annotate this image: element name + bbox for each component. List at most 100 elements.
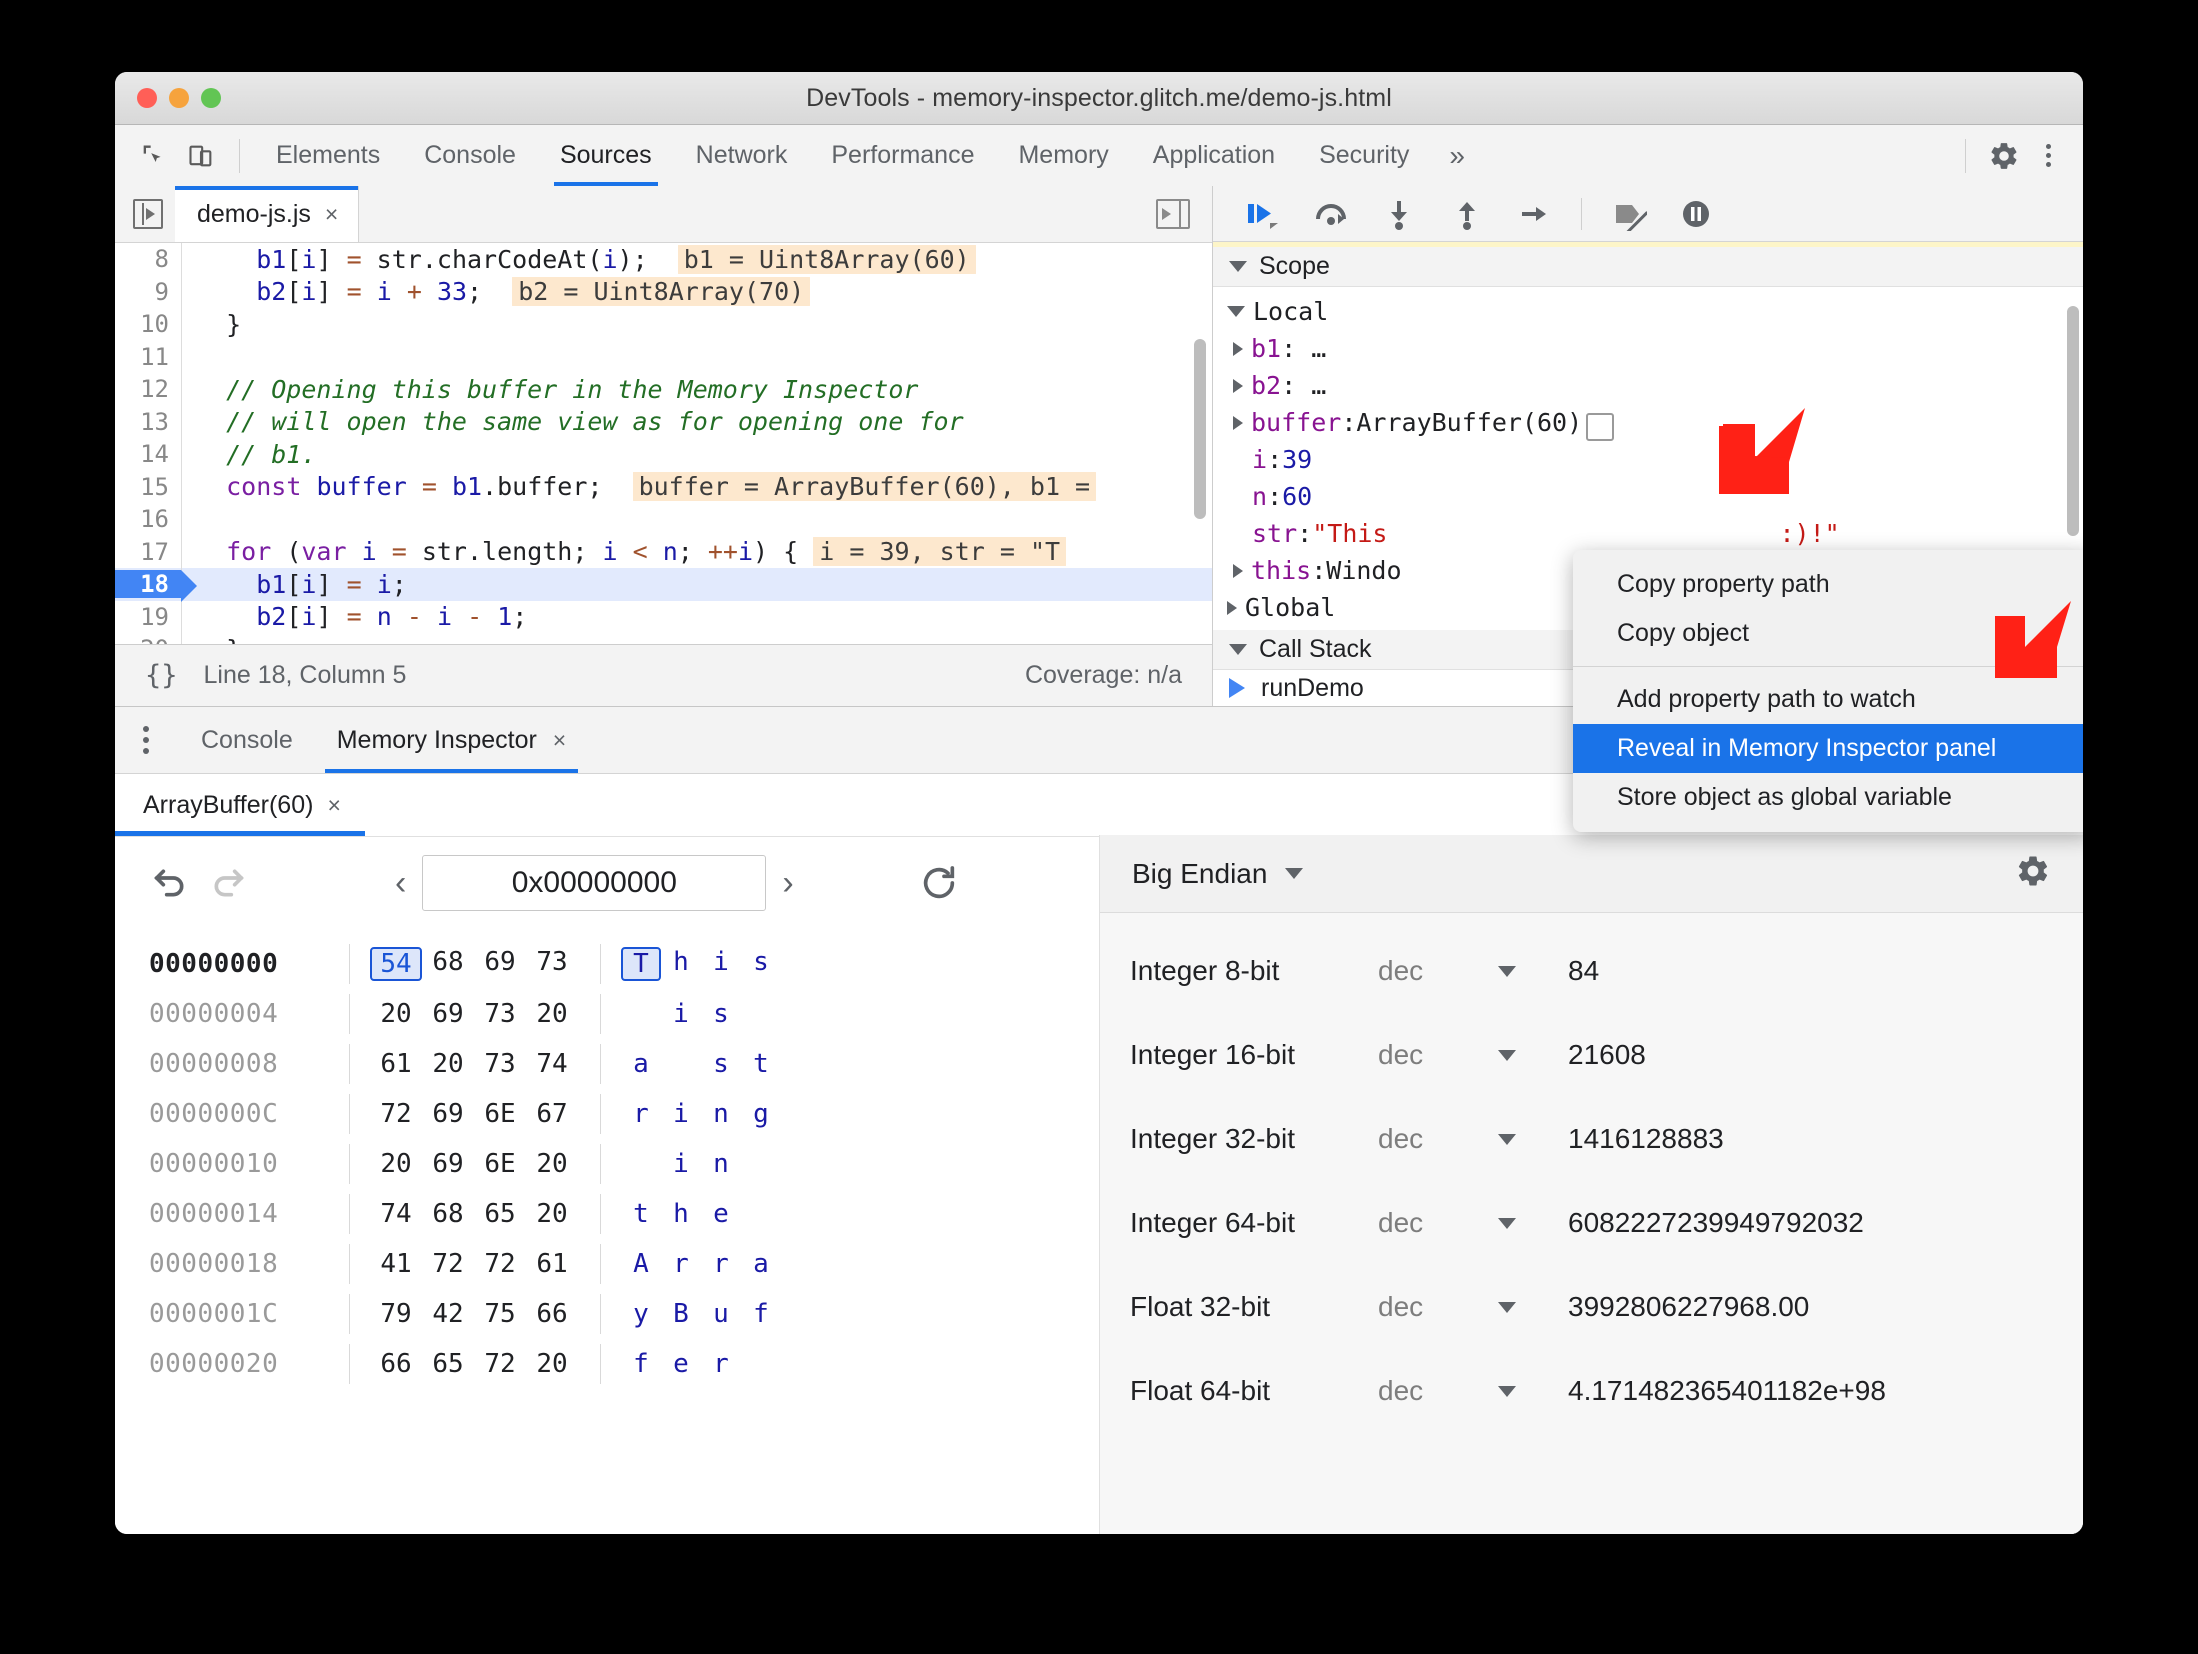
hex-byte[interactable]: 74: [526, 1049, 578, 1079]
redo-icon[interactable]: [199, 854, 257, 912]
hex-row[interactable]: 00000018 41 72 72 61 Ar r a: [149, 1239, 1099, 1289]
hex-byte[interactable]: 69: [474, 947, 526, 981]
inspect-element-icon[interactable]: [129, 134, 177, 178]
hex-byte[interactable]: 72: [370, 1099, 422, 1129]
value-mode-label[interactable]: dec: [1378, 1207, 1498, 1239]
code-line[interactable]: 9 b2[i] = i + 33; b2 = Uint8Array(70): [115, 275, 1212, 308]
hex-byte[interactable]: 20: [422, 1049, 474, 1079]
file-tab-demo-js[interactable]: demo-js.js ×: [175, 186, 360, 242]
step-icon[interactable]: [1501, 186, 1569, 242]
hex-byte[interactable]: 61: [526, 1249, 578, 1279]
hex-byte[interactable]: 20: [526, 1149, 578, 1179]
tab-console[interactable]: Console: [402, 125, 538, 186]
hex-row[interactable]: 0000000C 72 69 6E 67 r i n g: [149, 1089, 1099, 1139]
hex-byte[interactable]: 72: [422, 1249, 474, 1279]
hex-byte[interactable]: 61: [370, 1049, 422, 1079]
scope-var-b2[interactable]: b2: …: [1213, 367, 2083, 404]
chevron-right-icon[interactable]: [1227, 600, 1237, 615]
ascii-char[interactable]: r: [701, 1249, 741, 1279]
ascii-char[interactable]: s: [701, 999, 741, 1029]
endianness-label[interactable]: Big Endian: [1132, 858, 1267, 890]
scope-var-str[interactable]: str: "This :)!": [1213, 515, 2083, 552]
menu-item-reveal-in-memory-inspector-panel[interactable]: Reveal in Memory Inspector panel: [1573, 724, 2083, 773]
ascii-char[interactable]: B: [661, 1299, 701, 1329]
hex-byte[interactable]: 20: [526, 1199, 578, 1229]
code-line[interactable]: 13 // will open the same view as for ope…: [115, 405, 1212, 438]
scope-var-buffer[interactable]: buffer: ArrayBuffer(60): [1213, 404, 2083, 441]
resume-icon[interactable]: [1229, 186, 1297, 242]
code-line[interactable]: 17 for (var i = str.length; i < n; ++i) …: [115, 535, 1212, 568]
chevron-down-icon[interactable]: [1498, 965, 1568, 977]
hex-byte[interactable]: 68: [422, 947, 474, 981]
tab-sources[interactable]: Sources: [538, 125, 674, 186]
hex-byte[interactable]: 79: [370, 1299, 422, 1329]
code-line[interactable]: 14 // b1.: [115, 438, 1212, 471]
value-mode-label[interactable]: dec: [1378, 1123, 1498, 1155]
debugger-vertical-scrollbar[interactable]: [2067, 306, 2079, 536]
ascii-char[interactable]: h: [661, 1199, 701, 1229]
hex-byte[interactable]: 20: [370, 1149, 422, 1179]
drawer-tab-memory-inspector[interactable]: Memory Inspector ×: [315, 707, 589, 773]
scope-section-header[interactable]: Scope: [1213, 246, 2083, 288]
memory-inspector-badge-icon[interactable]: [1586, 412, 1615, 441]
scope-var-n[interactable]: n: 60: [1213, 478, 2083, 515]
hex-byte[interactable]: 67: [526, 1099, 578, 1129]
line-number[interactable]: 19: [115, 603, 181, 631]
hex-row[interactable]: 00000008 61 20 73 74 a st: [149, 1039, 1099, 1089]
hex-byte[interactable]: 20: [526, 999, 578, 1029]
hex-byte[interactable]: 66: [370, 1349, 422, 1379]
close-icon[interactable]: ×: [325, 201, 338, 228]
ascii-char[interactable]: i: [701, 947, 741, 981]
line-number[interactable]: 12: [115, 375, 181, 403]
line-number[interactable]: 10: [115, 310, 181, 338]
value-mode-label[interactable]: dec: [1378, 1375, 1498, 1407]
hex-byte[interactable]: 20: [526, 1349, 578, 1379]
tab-application[interactable]: Application: [1131, 125, 1297, 186]
hex-byte[interactable]: 75: [474, 1299, 526, 1329]
hex-byte[interactable]: 65: [422, 1349, 474, 1379]
ascii-char[interactable]: t: [741, 1049, 781, 1079]
line-number[interactable]: 20: [115, 635, 181, 644]
gear-icon[interactable]: [2015, 853, 2051, 894]
menu-item-store-object-as-global-variable[interactable]: Store object as global variable: [1573, 773, 2083, 822]
ascii-char[interactable]: y: [621, 1299, 661, 1329]
next-page-button[interactable]: ›: [766, 866, 809, 900]
hex-row[interactable]: 00000000 54 68 69 73 Th i s: [149, 939, 1099, 989]
hex-byte[interactable]: 69: [422, 999, 474, 1029]
chevron-down-icon[interactable]: [1498, 1133, 1568, 1145]
line-number[interactable]: 15: [115, 473, 181, 501]
kebab-menu-icon[interactable]: [2028, 144, 2069, 167]
hex-byte[interactable]: 65: [474, 1199, 526, 1229]
line-number[interactable]: 9: [115, 278, 181, 306]
scope-var-i[interactable]: i: 39: [1213, 441, 2083, 478]
scope-group-local[interactable]: Local: [1213, 293, 2083, 330]
hex-byte[interactable]: 73: [474, 999, 526, 1029]
ascii-char[interactable]: r: [661, 1249, 701, 1279]
hex-byte[interactable]: 66: [526, 1299, 578, 1329]
hex-byte[interactable]: 54: [370, 947, 422, 981]
hex-byte[interactable]: 73: [526, 947, 578, 981]
ascii-char[interactable]: t: [621, 1199, 661, 1229]
more-tabs-icon[interactable]: »: [1431, 140, 1483, 172]
ascii-char[interactable]: u: [701, 1299, 741, 1329]
step-out-icon[interactable]: [1433, 186, 1501, 242]
code-line[interactable]: 8 b1[i] = str.charCodeAt(i); b1 = Uint8A…: [115, 243, 1212, 276]
line-number[interactable]: 17: [115, 538, 181, 566]
ascii-char[interactable]: s: [701, 1049, 741, 1079]
ascii-char[interactable]: s: [741, 947, 781, 981]
ascii-char[interactable]: [741, 1349, 781, 1379]
ascii-char[interactable]: e: [661, 1349, 701, 1379]
ascii-char[interactable]: A: [621, 1249, 661, 1279]
ascii-char[interactable]: a: [621, 1049, 661, 1079]
hex-row[interactable]: 0000001C 79 42 75 66 y Bu f: [149, 1289, 1099, 1339]
ascii-char[interactable]: f: [621, 1349, 661, 1379]
ascii-char[interactable]: T: [621, 947, 661, 981]
chevron-right-icon[interactable]: [1233, 341, 1243, 356]
deactivate-breakpoints-icon[interactable]: [1594, 186, 1662, 242]
hex-byte[interactable]: 42: [422, 1299, 474, 1329]
hex-byte[interactable]: 69: [422, 1149, 474, 1179]
drawer-menu-icon[interactable]: [143, 726, 149, 754]
hex-byte[interactable]: 6E: [474, 1099, 526, 1129]
tab-performance[interactable]: Performance: [809, 125, 996, 186]
hex-byte[interactable]: 73: [474, 1049, 526, 1079]
